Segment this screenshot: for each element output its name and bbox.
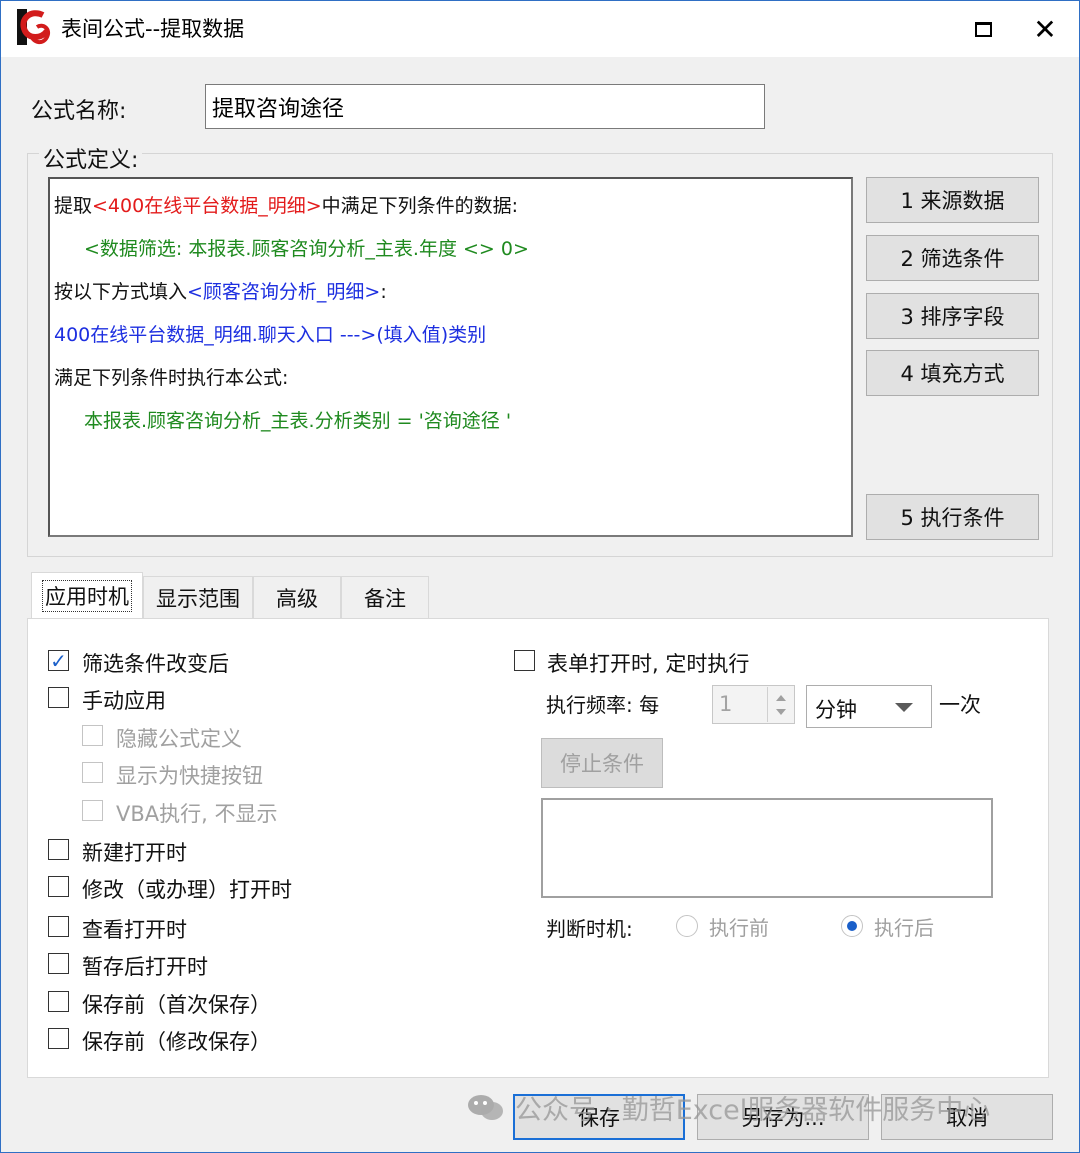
view-open-checkbox[interactable] xyxy=(48,916,69,937)
freq-suffix: 一次 xyxy=(939,693,981,717)
tab-notes[interactable]: 备注 xyxy=(341,576,429,618)
tab-advanced[interactable]: 高级 xyxy=(253,576,341,618)
spin-down-icon[interactable] xyxy=(776,709,786,715)
modify-open-checkbox[interactable] xyxy=(48,876,69,897)
new-open-checkbox[interactable] xyxy=(48,839,69,860)
definition-line-1: 提取<400在线平台数据_明细>中满足下列条件的数据: xyxy=(54,191,518,218)
exec-after-label: 执行后 xyxy=(874,916,934,940)
maximize-icon xyxy=(974,21,992,37)
fill-method-button[interactable]: 4 填充方式 xyxy=(866,350,1039,396)
watermark: 公众号 · 勤哲Excel服务器软件服务中心 xyxy=(467,1088,990,1127)
def-text: 中满足下列条件的数据: xyxy=(321,195,519,217)
definition-line-6: 本报表.顾客咨询分析_主表.分析类别 = '咨询途径 ' xyxy=(84,410,512,432)
vba-exec-checkbox[interactable] xyxy=(82,800,103,821)
hide-definition-checkbox[interactable] xyxy=(82,725,103,746)
timer-exec-checkbox[interactable] xyxy=(514,650,535,671)
manual-apply-label: 手动应用 xyxy=(82,689,166,713)
new-open-label: 新建打开时 xyxy=(82,841,187,865)
before-save-modify-label: 保存前（修改保存） xyxy=(82,1030,271,1054)
hide-definition-label: 隐藏公式定义 xyxy=(116,727,242,751)
wechat-icon xyxy=(468,1094,503,1120)
chevron-down-icon[interactable] xyxy=(895,703,913,712)
formula-name-input[interactable] xyxy=(205,84,765,129)
draft-open-label: 暂存后打开时 xyxy=(82,955,208,979)
timer-exec-label: 表单打开时, 定时执行 xyxy=(547,652,750,676)
exec-condition-button[interactable]: 5 执行条件 xyxy=(866,494,1039,540)
show-shortcut-label: 显示为快捷按钮 xyxy=(116,764,263,788)
close-icon: ✕ xyxy=(1033,12,1057,46)
def-text: 提取 xyxy=(54,195,93,217)
freq-label: 执行频率: 每 xyxy=(546,693,660,717)
stop-condition-button[interactable]: 停止条件 xyxy=(541,738,663,788)
definition-group-title: 公式定义: xyxy=(39,142,143,174)
window-title: 表间公式--提取数据 xyxy=(61,17,245,41)
definition-line-4: 400在线平台数据_明细.聊天入口 --->(填入值)类别 xyxy=(54,324,487,346)
def-text: 按以下方式填入 xyxy=(54,281,188,303)
vba-exec-label: VBA执行, 不显示 xyxy=(116,802,278,826)
def-source-table: <400在线平台数据_明细> xyxy=(92,195,322,217)
def-target-table: <顾客咨询分析_明细> xyxy=(187,281,381,303)
tab-label: 应用时机 xyxy=(42,579,132,612)
before-save-first-label: 保存前（首次保存） xyxy=(82,993,271,1017)
source-data-button[interactable]: 1 来源数据 xyxy=(866,177,1039,223)
definition-line-2: <数据筛选: 本报表.顾客咨询分析_主表.年度 <> 0> xyxy=(84,238,529,260)
def-text: : xyxy=(380,281,387,303)
manual-apply-checkbox[interactable] xyxy=(48,687,69,708)
dialog-window: 表间公式--提取数据 ✕ 公式名称: 公式定义: 提取<400在线平台数据_明细… xyxy=(0,0,1080,1153)
app-logo-icon xyxy=(17,9,50,45)
show-shortcut-checkbox[interactable] xyxy=(82,762,103,783)
maximize-button[interactable] xyxy=(955,7,1011,51)
close-button[interactable]: ✕ xyxy=(1017,7,1073,51)
spin-up-icon[interactable] xyxy=(776,695,786,701)
title-bar[interactable]: 表间公式--提取数据 ✕ xyxy=(1,1,1079,57)
definition-line-5: 满足下列条件时执行本公式: xyxy=(54,367,289,389)
filter-condition-button[interactable]: 2 筛选条件 xyxy=(866,235,1039,281)
exec-after-radio[interactable] xyxy=(841,915,863,937)
freq-spinner[interactable] xyxy=(767,687,793,722)
before-save-modify-checkbox[interactable] xyxy=(48,1028,69,1049)
freq-unit-select[interactable]: 分钟 xyxy=(806,685,932,728)
filter-changed-checkbox[interactable]: ✓ xyxy=(48,650,69,671)
tab-display-range[interactable]: 显示范围 xyxy=(143,576,253,618)
view-open-label: 查看打开时 xyxy=(82,918,187,942)
check-icon: ✓ xyxy=(50,648,67,673)
definition-line-3: 按以下方式填入<顾客咨询分析_明细>: xyxy=(54,277,387,304)
modify-open-label: 修改（或办理）打开时 xyxy=(82,878,292,902)
definition-text-area[interactable]: 提取<400在线平台数据_明细>中满足下列条件的数据: <数据筛选: 本报表.顾… xyxy=(48,177,853,537)
judge-timing-label: 判断时机: xyxy=(546,917,633,941)
watermark-text: 公众号 · 勤哲Excel服务器软件服务中心 xyxy=(515,1095,991,1126)
draft-open-checkbox[interactable] xyxy=(48,953,69,974)
exec-before-label: 执行前 xyxy=(709,916,769,940)
exec-before-radio[interactable] xyxy=(676,915,698,937)
formula-name-label: 公式名称: xyxy=(31,99,127,124)
sort-field-button[interactable]: 3 排序字段 xyxy=(866,293,1039,339)
filter-changed-label: 筛选条件改变后 xyxy=(82,652,229,676)
tab-apply-timing[interactable]: 应用时机 xyxy=(31,572,143,618)
stop-condition-text-area[interactable] xyxy=(541,798,993,898)
before-save-first-checkbox[interactable] xyxy=(48,991,69,1012)
